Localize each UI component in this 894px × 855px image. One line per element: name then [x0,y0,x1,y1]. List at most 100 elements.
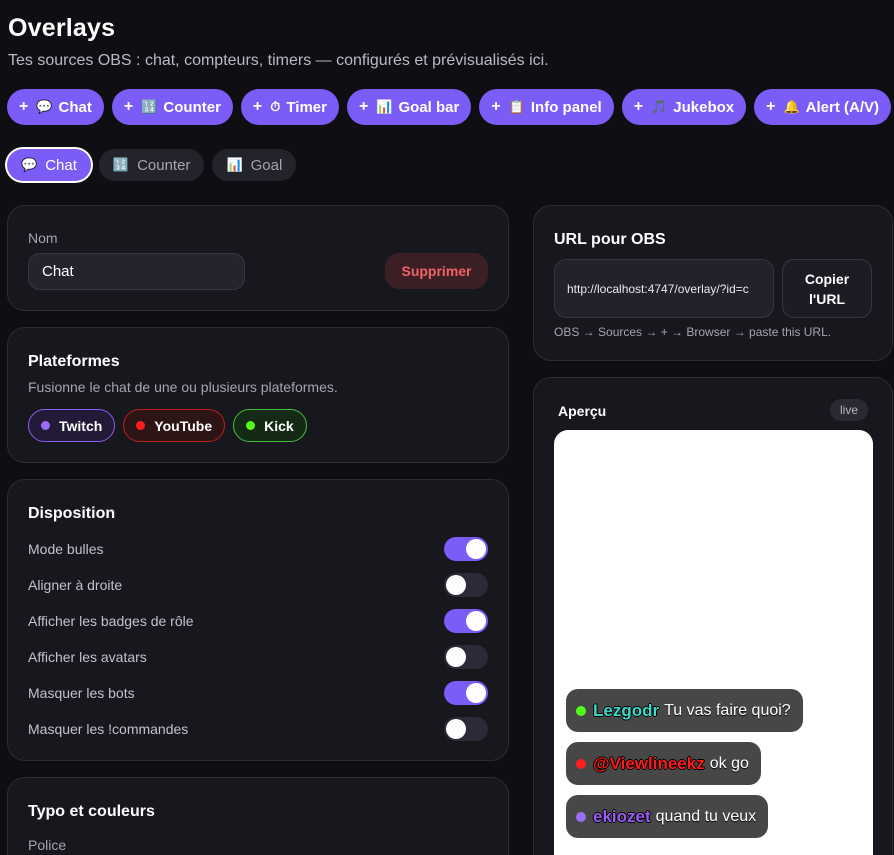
platform-kick-button[interactable]: Kick [233,409,307,442]
chat-username: @Viewlineekz [593,753,705,773]
counter-icon: 🔢 [112,157,130,172]
platform-dot [576,705,586,716]
page-header: Overlays Tes sources OBS : chat, compteu… [8,14,549,70]
obs-url-field[interactable]: http://localhost:4747/overlay/?id=c [554,259,774,318]
hide-commands-toggle[interactable] [444,717,488,741]
toggle-label: Masquer les bots [28,685,135,701]
add-button-label: Jukebox [673,98,735,116]
bar-chart-icon: 📊 [376,99,393,114]
copy-label-line1: Copier [804,270,850,287]
chat-bubble-icon: 💬 [36,99,53,114]
kick-status-dot [246,421,256,430]
name-card: Nom Chat Supprimer [7,205,509,311]
obs-url-card: URL pour OBS http://localhost:4747/overl… [533,205,893,361]
typography-card: Typo et couleurs Police [7,777,509,855]
clipboard-icon: 📋 [508,99,525,114]
page-title: Overlays [8,14,116,42]
plus-icon: + [19,98,29,115]
toggle-knob [466,539,486,559]
name-label: Nom [28,230,58,246]
chat-username: Lezgodr [593,700,660,720]
name-input[interactable]: Chat [28,253,245,290]
add-goal-bar-button[interactable]: + 📊 Goal bar [346,89,472,125]
typography-title: Typo et couleurs [28,803,155,820]
preview-card: Aperçu live Lezgodr Tu vas faire quoi? @… [533,377,893,855]
plus-icon: + [358,98,369,115]
copy-url-button[interactable]: Copier l'URL [782,259,872,318]
bell-icon: 🔔 [783,99,800,114]
toggle-label: Afficher les badges de rôle [28,613,194,629]
role-badges-toggle[interactable] [444,609,488,633]
toggle-knob [446,575,466,595]
add-info-panel-button[interactable]: + 📋 Info panel [479,89,614,125]
toggle-row-avatars: Afficher les avatars [28,644,488,670]
stopwatch-icon: ⏱ [270,99,281,114]
add-button-label: Info panel [530,98,602,116]
toggle-row-role-badges: Afficher les badges de rôle [28,608,488,634]
toggle-knob [446,719,466,739]
plus-icon: + [633,98,644,115]
add-chat-button[interactable]: + 💬 Chat [7,89,104,125]
obs-url-hint: OBS → Sources → + → Browser → paste this… [554,325,832,339]
toggle-row-hide-commands: Masquer les !commandes [28,716,488,742]
platform-youtube-button[interactable]: YouTube [123,409,226,442]
toggle-row-hide-bots: Masquer les bots [28,680,488,706]
platform-label: YouTube [154,417,213,434]
delete-button[interactable]: Supprimer [385,253,488,289]
add-alert-button[interactable]: + 🔔 Alert (A/V) [754,89,891,125]
add-button-label: Chat [58,98,92,116]
chat-bubble: Lezgodr Tu vas faire quoi? [566,689,803,732]
add-overlay-bar: + 💬 Chat + 🔢 Counter + ⏱ Timer + 📊 Goal bar + 📋 Info p… [7,89,891,125]
preview-title: Aperçu [558,403,607,419]
toggle-row-bubbles: Mode bulles [28,536,488,562]
add-counter-button[interactable]: + 🔢 Counter [111,89,233,125]
tab-chat[interactable]: 💬 Chat [7,149,91,181]
chat-bubble-icon: 💬 [21,157,38,172]
align-right-toggle[interactable] [444,573,488,597]
add-button-label: Alert (A/V) [805,98,879,116]
tab-label: Chat [45,156,77,174]
chat-bubble: @Viewlineekz ok go [566,742,761,785]
plus-icon: + [491,98,501,115]
font-label: Police [28,837,67,853]
chat-message: ok go [709,754,749,772]
chat-message: quand tu veux [655,807,757,825]
toggle-label: Afficher les avatars [28,649,147,665]
plus-icon: + [123,98,134,115]
platform-label: Twitch [59,417,103,434]
chat-username: ekiozet [593,806,651,826]
add-jukebox-button[interactable]: + 🎵 Jukebox [621,89,747,125]
toggle-label: Aligner à droite [28,577,123,593]
platforms-card: Plateformes Fusionne le chat de une ou p… [7,327,509,463]
overlay-tabs: 💬 Chat 🔢 Counter 📊 Goal [7,149,297,181]
bubble-mode-toggle[interactable] [444,537,488,561]
platforms-title: Plateformes [28,353,120,370]
page-subtitle: Tes sources OBS : chat, compteurs, timer… [8,52,549,69]
add-button-label: Timer [286,98,327,116]
toggle-label: Mode bulles [28,541,104,557]
toggle-knob [466,683,486,703]
tab-label: Counter [137,156,191,174]
twitch-status-dot [41,421,50,430]
counter-icon: 🔢 [141,99,158,114]
add-timer-button[interactable]: + ⏱ Timer [240,89,339,125]
hide-bots-toggle[interactable] [444,681,488,705]
toggle-knob [446,647,466,667]
avatars-toggle[interactable] [444,645,488,669]
toggle-row-align-right: Aligner à droite [28,572,488,598]
platform-dot [576,758,586,769]
tab-counter[interactable]: 🔢 Counter [98,149,205,181]
obs-url-title: URL pour OBS [554,231,666,248]
live-badge: live [829,399,868,421]
music-note-icon: 🎵 [651,99,668,114]
tab-goal[interactable]: 📊 Goal [212,149,297,181]
chat-message: Tu vas faire quoi? [664,701,791,719]
platform-twitch-button[interactable]: Twitch [28,409,116,442]
chat-bubble: ekiozet quand tu veux [566,795,769,838]
plus-icon: + [252,98,263,115]
toggle-label: Masquer les !commandes [28,721,189,737]
add-button-label: Counter [163,98,221,116]
layout-card: Disposition Mode bulles Aligner à droite… [7,479,509,761]
preview-canvas: Lezgodr Tu vas faire quoi? @Viewlineekz … [554,430,873,855]
plus-icon: + [766,98,776,115]
